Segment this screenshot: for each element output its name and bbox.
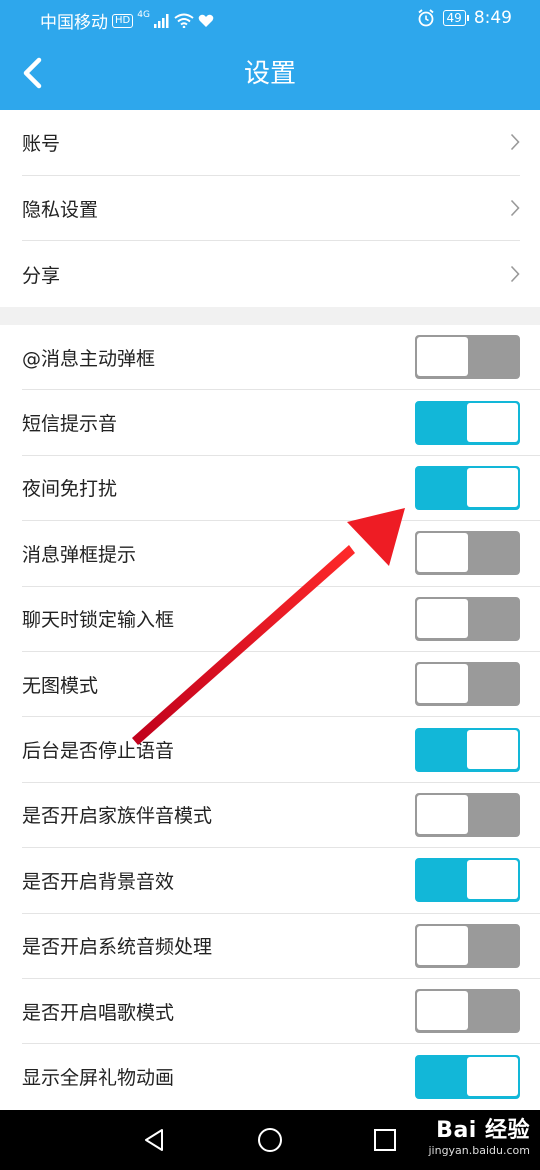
- baidu-watermark: Bai 经验 jingyan.baidu.com: [428, 1112, 530, 1157]
- nav-item-label: 隐私设置: [22, 198, 99, 221]
- toggle-knob: [417, 533, 468, 573]
- night-dnd-toggle[interactable]: [415, 465, 520, 510]
- nav-item-privacy[interactable]: 隐私设置: [22, 176, 520, 242]
- toggle-row-label: 是否开启唱歌模式: [22, 1001, 175, 1024]
- chevron-right-icon: [510, 266, 520, 283]
- toggle-knob: [467, 1056, 518, 1096]
- toggle-knob: [467, 467, 518, 507]
- nav-item-label: 分享: [22, 264, 61, 287]
- carrier-name: 中国移动: [40, 13, 108, 33]
- toggle-row-label: 是否开启系统音频处理: [22, 936, 213, 959]
- page-title: 设置: [243, 59, 296, 89]
- toggle-row-label: 显示全屏礼物动画: [22, 1067, 175, 1090]
- toggle-row-fullscreen-gift: 显示全屏礼物动画: [22, 1044, 540, 1109]
- toggle-knob: [467, 402, 518, 442]
- singing-mode-toggle[interactable]: [415, 989, 520, 1034]
- toggle-knob: [417, 337, 468, 377]
- toggle-row-label: 消息弹框提示: [22, 543, 137, 566]
- signal-icon: [153, 13, 169, 28]
- background-effect-toggle[interactable]: [415, 858, 520, 903]
- toggle-row-label: 聊天时锁定输入框: [22, 609, 175, 632]
- toggle-row-no-image-mode: 无图模式: [22, 652, 540, 718]
- toggle-knob: [417, 664, 468, 704]
- family-accompany-toggle[interactable]: [415, 792, 520, 837]
- toggle-knob: [417, 794, 468, 834]
- toggle-row-label: 是否开启背景音效: [22, 870, 175, 893]
- nav-recent-button[interactable]: [371, 1126, 399, 1154]
- toggle-row-family-accompany: 是否开启家族伴音模式: [22, 783, 540, 849]
- app-header: 设置: [0, 38, 540, 110]
- toggle-row-system-audio: 是否开启系统音频处理: [22, 914, 540, 979]
- network-type: 4G: [137, 9, 150, 20]
- status-left: 中国移动 HD 4G: [40, 8, 214, 33]
- toggle-settings-group: @消息主动弹框 短信提示音 夜间免打扰 消息弹框提示 聊天时锁定输入框 无图模式…: [0, 325, 540, 1110]
- toggle-row-background-voice-stop: 后台是否停止语音: [22, 717, 540, 783]
- square-recent-icon: [374, 1129, 396, 1151]
- toggle-knob: [467, 860, 518, 900]
- nav-home-button[interactable]: [256, 1126, 284, 1154]
- alarm-icon: [417, 9, 434, 27]
- toggle-row-label: @消息主动弹框: [22, 347, 156, 370]
- toggle-row-singing-mode: 是否开启唱歌模式: [22, 979, 540, 1045]
- nav-item-share[interactable]: 分享: [22, 241, 520, 307]
- settings-screen: 中国移动 HD 4G 49 8:49 设置 账号 隐私设置 分享 @消息主动弹框…: [0, 0, 540, 1170]
- watermark-url: jingyan.baidu.com: [428, 1144, 530, 1157]
- back-button[interactable]: [12, 52, 56, 96]
- toggle-row-label: 短信提示音: [22, 413, 118, 436]
- chevron-left-icon: [23, 57, 42, 89]
- wifi-icon: [174, 13, 194, 28]
- toggle-knob: [417, 598, 468, 638]
- nav-back-button[interactable]: [140, 1126, 168, 1154]
- nav-item-label: 账号: [22, 132, 61, 155]
- sms-sound-toggle[interactable]: [415, 400, 520, 445]
- toggle-row-label: 是否开启家族伴音模式: [22, 805, 213, 828]
- triangle-back-icon: [145, 1129, 163, 1151]
- system-audio-toggle[interactable]: [415, 923, 520, 968]
- toggle-knob: [417, 991, 468, 1031]
- status-bar: 中国移动 HD 4G 49 8:49: [0, 0, 540, 38]
- nav-item-account[interactable]: 账号: [22, 110, 520, 176]
- toggle-row-night-dnd: 夜间免打扰: [22, 456, 540, 522]
- toggle-row-lock-input: 聊天时锁定输入框: [22, 587, 540, 652]
- message-popup-hint-toggle[interactable]: [415, 531, 520, 576]
- toggle-row-background-effect: 是否开启背景音效: [22, 848, 540, 914]
- toggle-row-label: 后台是否停止语音: [22, 740, 175, 763]
- fullscreen-gift-toggle[interactable]: [415, 1054, 520, 1099]
- chevron-right-icon: [510, 134, 520, 151]
- no-image-mode-toggle[interactable]: [415, 662, 520, 707]
- account-settings-group: 账号 隐私设置 分享: [0, 110, 540, 308]
- toggle-knob: [417, 925, 468, 965]
- toggle-row-message-popup-hint: 消息弹框提示: [22, 521, 540, 587]
- toggle-row-sms-sound: 短信提示音: [22, 390, 540, 456]
- toggle-knob: [467, 729, 518, 769]
- watermark-logo: Bai 经验: [436, 1118, 530, 1143]
- battery-indicator: 49: [442, 10, 470, 26]
- background-voice-stop-toggle[interactable]: [415, 727, 520, 772]
- toggle-row-label: 夜间免打扰: [22, 478, 118, 501]
- at-message-popup-toggle[interactable]: [415, 335, 520, 380]
- chevron-right-icon: [510, 199, 520, 217]
- circle-home-icon: [258, 1128, 282, 1152]
- heart-icon: [198, 14, 214, 27]
- hd-badge: HD: [112, 13, 134, 28]
- status-right: 49 8:49: [417, 8, 512, 28]
- toggle-row-label: 无图模式: [22, 674, 99, 697]
- lock-input-toggle[interactable]: [415, 596, 520, 641]
- status-time: 8:49: [473, 8, 512, 28]
- toggle-row-at-message-popup: @消息主动弹框: [22, 325, 540, 391]
